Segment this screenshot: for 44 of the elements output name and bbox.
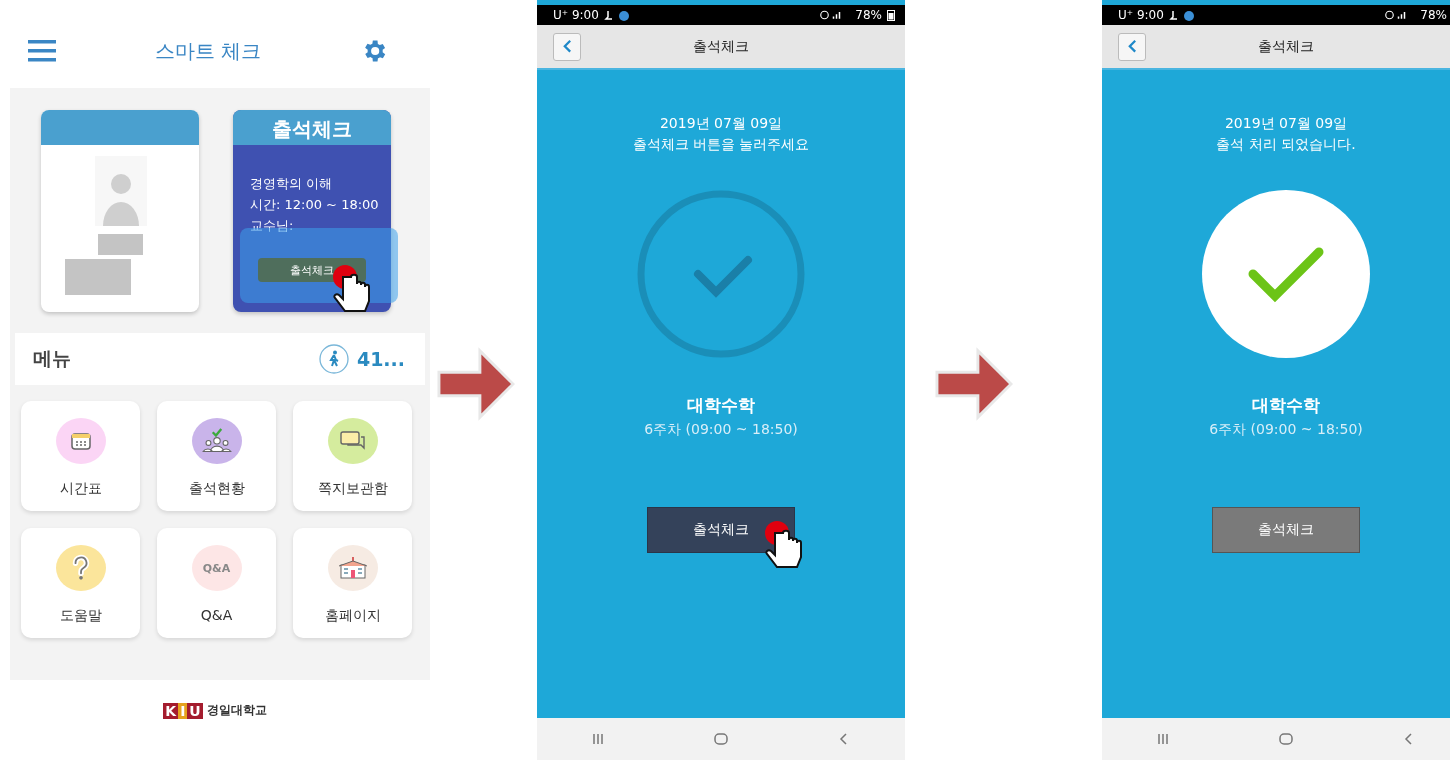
menu-tile[interactable]: 쪽지보관함 — [293, 401, 412, 511]
university-name: 경일대학교 — [206, 702, 267, 719]
menu-tile[interactable]: Q&A Q&A — [157, 528, 276, 638]
screen-title: 출석체크 — [1257, 37, 1315, 56]
right-arrow-icon — [935, 345, 1013, 423]
home-icon[interactable] — [1278, 731, 1294, 747]
menu-tile[interactable]: 홈페이지 — [293, 528, 412, 638]
menu-tile[interactable]: 출석현황 — [157, 401, 276, 511]
session-time: 6주차 (09:00 ~ 18:50) — [644, 421, 798, 439]
home-icon[interactable] — [713, 731, 729, 747]
status-message: 출석체크 버튼을 눌러주세요 — [632, 135, 810, 154]
redacted-block — [65, 259, 131, 295]
card-title: 출석체크 — [233, 110, 391, 145]
menu-icon[interactable] — [28, 40, 56, 62]
avatar-placeholder — [95, 156, 147, 226]
chevron-left-icon — [562, 39, 572, 54]
university-logo: K I U — [163, 702, 203, 719]
chevron-left-icon — [1127, 39, 1137, 54]
date-text: 2019년 07월 09일 — [1224, 114, 1348, 133]
status-message: 출석 처리 되었습니다. — [1216, 135, 1356, 154]
right-arrow-icon — [437, 345, 515, 423]
walking-person-icon — [318, 344, 349, 374]
screen-title: 출석체크 — [692, 37, 750, 56]
menu-tile[interactable]: 도움말 — [21, 528, 140, 638]
qa-icon: Q&A — [191, 545, 242, 591]
back-button[interactable] — [553, 32, 581, 61]
course-title: 대학수학 — [1252, 394, 1320, 417]
professor-label: 교수님: — [250, 217, 295, 235]
battery-percent: 78% — [1420, 8, 1447, 22]
battery-icon — [887, 9, 895, 21]
course-title: 대학수학 — [687, 394, 755, 417]
step-count: 41... — [356, 348, 405, 370]
battery-percent: 78% — [855, 8, 882, 22]
course-name: 경영학의 이해 — [250, 175, 334, 193]
app-title: 스마트 체크 — [153, 37, 263, 65]
session-time: 6주차 (09:00 ~ 18:50) — [1209, 421, 1363, 439]
carrier-time: U⁺ 9:00 — [553, 8, 599, 22]
class-time: 시간: 12:00 ~ 18:00 — [250, 196, 380, 214]
menu-tile[interactable]: 시간표 — [21, 401, 140, 511]
menu-heading: 메뉴 — [33, 346, 71, 371]
date-text: 2019년 07월 09일 — [659, 114, 783, 133]
carrier-time: U⁺ 9:00 — [1118, 8, 1164, 22]
redacted-block — [98, 234, 143, 255]
back-button[interactable] — [1118, 32, 1146, 61]
